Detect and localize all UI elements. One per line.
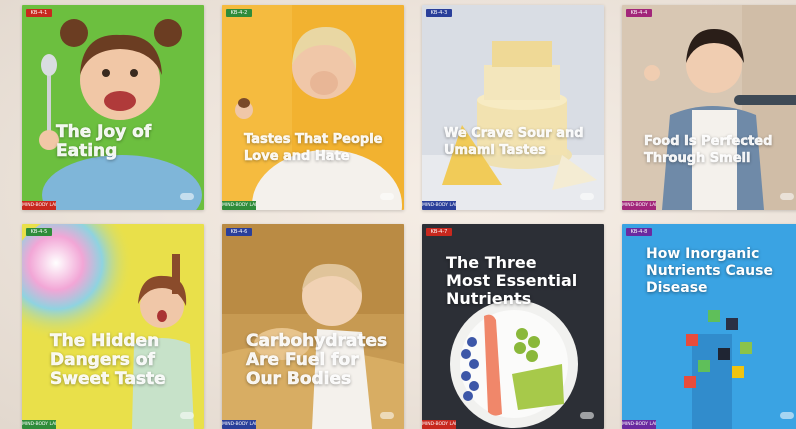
book-title: Food Is Perfected Through Smell: [644, 134, 773, 167]
publisher-logo-icon: [580, 412, 594, 419]
book-card-perfected-smell[interactable]: KB-4-4 Food Is Perfected Through Smell M…: [622, 5, 796, 210]
book-cover-grid: KB-4-1 The Joy of Eating MIND-BODY LAB K…: [0, 0, 796, 429]
book-card-carbohydrates[interactable]: KB-4-6 Carbohydrates Are Fuel for Our Bo…: [222, 224, 404, 429]
book-card-joy-of-eating[interactable]: KB-4-1 The Joy of Eating MIND-BODY LAB: [22, 5, 204, 210]
book-card-three-nutrients[interactable]: KB-4-7 The Three Most Essential Nutrient…: [422, 224, 604, 429]
book-title: The Three Most Essential Nutrients: [446, 253, 578, 308]
series-footer: MIND-BODY LAB: [222, 420, 256, 429]
publisher-logo-icon: [780, 193, 794, 200]
book-card-tastes-love-hate[interactable]: KB-4-2 Tastes That People Love and Hate …: [222, 5, 404, 210]
book-title: Tastes That People Love and Hate: [244, 132, 383, 165]
series-footer: MIND-BODY LAB: [422, 420, 456, 429]
series-footer: MIND-BODY LAB: [222, 201, 256, 210]
series-footer: MIND-BODY LAB: [22, 201, 56, 210]
publisher-logo-icon: [380, 412, 394, 419]
book-title: How Inorganic Nutrients Cause Disease: [646, 246, 773, 296]
cover-illustration-girl-with-spoon: [22, 5, 204, 210]
cover-illustration-cheese-stack: [422, 5, 604, 210]
series-tag: KB-4-2: [226, 9, 252, 17]
series-tag: KB-4-8: [626, 228, 652, 236]
series-tag: KB-4-7: [426, 228, 452, 236]
series-tag: KB-4-5: [26, 228, 52, 236]
series-tag: KB-4-1: [26, 9, 52, 17]
book-title: Carbohydrates Are Fuel for Our Bodies: [246, 331, 388, 389]
book-title: We Crave Sour and Umami Tastes: [444, 126, 584, 159]
cover-illustration-woman-disgusted: [222, 5, 404, 210]
book-card-hidden-dangers-sweet[interactable]: KB-4-5 The Hidden Dangers of Sweet Taste…: [22, 224, 204, 429]
book-title: The Joy of Eating: [56, 122, 152, 161]
cover-illustration-chef-smelling: [622, 5, 796, 210]
cover-illustration-girl-cotton-candy: [22, 224, 204, 429]
book-card-sour-umami[interactable]: KB-4-3 We Crave Sour and Umami Tastes MI…: [422, 5, 604, 210]
series-footer: MIND-BODY LAB: [622, 201, 656, 210]
publisher-logo-icon: [580, 193, 594, 200]
publisher-logo-icon: [380, 193, 394, 200]
cover-illustration-baby-in-hay: [222, 224, 404, 429]
series-tag: KB-4-6: [226, 228, 252, 236]
book-card-inorganic-nutrients[interactable]: KB-4-8 How Inorganic Nutrients Cause Dis…: [622, 224, 796, 429]
series-footer: MIND-BODY LAB: [422, 201, 456, 210]
publisher-logo-icon: [180, 193, 194, 200]
series-tag: KB-4-4: [626, 9, 652, 17]
series-footer: MIND-BODY LAB: [22, 420, 56, 429]
publisher-logo-icon: [780, 412, 794, 419]
series-footer: MIND-BODY LAB: [622, 420, 656, 429]
publisher-logo-icon: [180, 412, 194, 419]
series-tag: KB-4-3: [426, 9, 452, 17]
book-title: The Hidden Dangers of Sweet Taste: [50, 331, 166, 389]
